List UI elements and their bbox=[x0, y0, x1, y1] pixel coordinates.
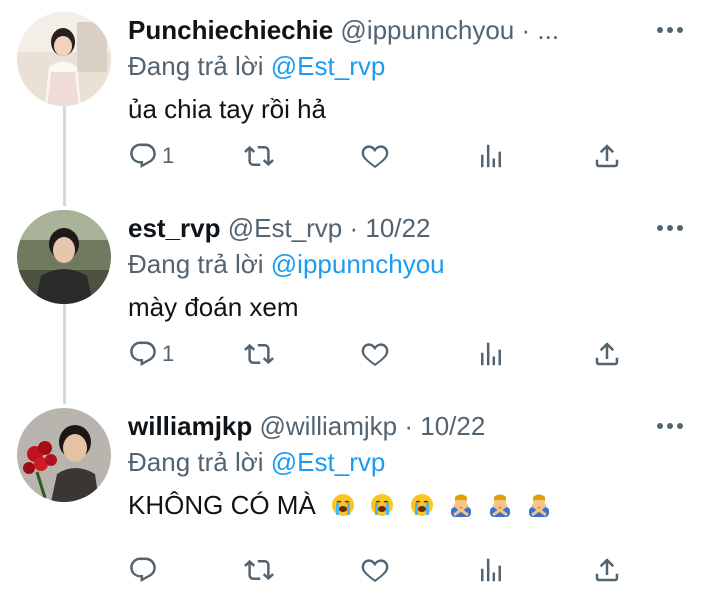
reply-prefix: Đang trả lời bbox=[128, 51, 271, 81]
avatar[interactable] bbox=[17, 210, 111, 304]
loudly-crying-face-icon bbox=[370, 491, 394, 516]
reply-icon bbox=[130, 341, 156, 366]
reply-prefix: Đang trả lời bbox=[128, 249, 271, 279]
avatar[interactable] bbox=[17, 12, 111, 106]
display-name[interactable]: williamjkp bbox=[128, 411, 252, 441]
reply-button[interactable]: 1 bbox=[128, 136, 174, 176]
retweet-button[interactable] bbox=[244, 334, 274, 374]
like-button[interactable] bbox=[360, 550, 390, 590]
share-icon bbox=[595, 144, 619, 168]
action-bar: 1 bbox=[128, 136, 628, 176]
loudly-crying-face-icon bbox=[410, 491, 434, 516]
reply-context: Đang trả lời @Est_rvp bbox=[128, 50, 385, 82]
share-icon bbox=[595, 342, 619, 366]
handle[interactable]: @williamjkp · 10/22 bbox=[260, 411, 486, 441]
loudly-crying-face-icon bbox=[331, 491, 355, 516]
handle[interactable]: @Est_rvp · 10/22 bbox=[228, 213, 431, 243]
retweet-icon bbox=[244, 343, 274, 365]
retweet-button[interactable] bbox=[244, 550, 274, 590]
share-button[interactable] bbox=[592, 550, 622, 590]
tweet[interactable]: Punchiechiechie @ippunnchyou · ... Đang … bbox=[0, 0, 706, 198]
reply-icon bbox=[130, 143, 156, 168]
person-gesturing-no-icon bbox=[449, 491, 473, 517]
mention-link[interactable]: @ippunnchyou bbox=[271, 249, 445, 279]
tweet[interactable]: est_rvp @Est_rvp · 10/22 Đang trả lời @i… bbox=[0, 198, 706, 396]
more-icon[interactable] bbox=[656, 222, 684, 234]
tweet[interactable]: williamjkp @williamjkp · 10/22 Đang trả … bbox=[0, 396, 706, 594]
reply-icon bbox=[130, 557, 156, 582]
person-gesturing-no-icon bbox=[527, 491, 551, 517]
reply-count: 1 bbox=[162, 341, 175, 366]
analytics-button[interactable] bbox=[476, 136, 506, 176]
reply-button[interactable]: 1 bbox=[128, 334, 174, 374]
retweet-button[interactable] bbox=[244, 136, 274, 176]
analytics-icon bbox=[481, 558, 501, 582]
analytics-button[interactable] bbox=[476, 334, 506, 374]
reply-count: 1 bbox=[162, 143, 175, 168]
mention-link[interactable]: @Est_rvp bbox=[271, 51, 386, 81]
reply-prefix: Đang trả lời bbox=[128, 447, 271, 477]
more-icon[interactable] bbox=[656, 420, 684, 432]
heart-icon bbox=[361, 343, 389, 366]
like-button[interactable] bbox=[360, 136, 390, 176]
share-icon bbox=[595, 558, 619, 582]
retweet-icon bbox=[244, 559, 274, 581]
person-gesturing-no-icon bbox=[488, 491, 512, 517]
retweet-icon bbox=[244, 145, 274, 167]
analytics-button[interactable] bbox=[476, 550, 506, 590]
display-name[interactable]: est_rvp bbox=[128, 213, 221, 243]
reply-context: Đang trả lời @Est_rvp bbox=[128, 446, 385, 478]
heart-icon bbox=[361, 145, 389, 168]
tweet-header: Punchiechiechie @ippunnchyou · ... bbox=[128, 14, 559, 46]
avatar[interactable] bbox=[17, 408, 111, 502]
heart-icon bbox=[361, 559, 389, 582]
tweet-text: ủa chia tay rồi hả bbox=[128, 94, 327, 124]
more-icon[interactable] bbox=[656, 24, 684, 36]
handle[interactable]: @ippunnchyou · ... bbox=[340, 15, 559, 45]
display-name[interactable]: Punchiechiechie bbox=[128, 15, 333, 45]
action-bar: 1 bbox=[128, 334, 628, 374]
tweet-header: williamjkp @williamjkp · 10/22 bbox=[128, 410, 485, 442]
tweet-text: KHÔNG CÓ MÀ bbox=[128, 490, 316, 520]
tweet-header: est_rvp @Est_rvp · 10/22 bbox=[128, 212, 430, 244]
reply-button[interactable] bbox=[128, 550, 162, 590]
tweet-text-container: KHÔNG CÓ MÀ bbox=[128, 488, 551, 522]
analytics-icon bbox=[481, 342, 501, 366]
mention-link[interactable]: @Est_rvp bbox=[271, 447, 386, 477]
share-button[interactable] bbox=[592, 136, 622, 176]
tweet-text: mày đoán xem bbox=[128, 292, 299, 322]
reply-context: Đang trả lời @ippunnchyou bbox=[128, 248, 445, 280]
action-bar bbox=[128, 550, 628, 590]
like-button[interactable] bbox=[360, 334, 390, 374]
share-button[interactable] bbox=[592, 334, 622, 374]
analytics-icon bbox=[481, 144, 501, 168]
